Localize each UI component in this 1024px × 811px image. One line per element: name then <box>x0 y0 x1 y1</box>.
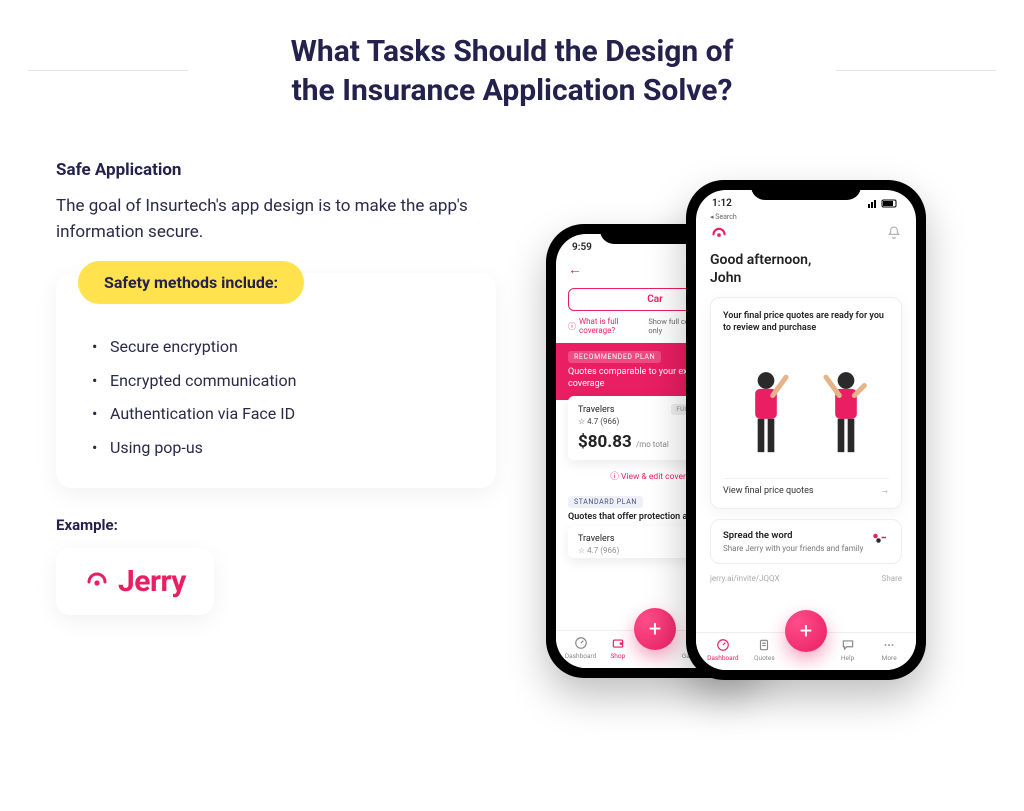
mockups: 9:59 ← Car ⓘ What is full coverage? Show… <box>536 160 968 720</box>
wallet-icon <box>611 636 625 650</box>
nav-label: Shop <box>610 652 625 660</box>
nav-shop[interactable]: Shop <box>599 636 636 660</box>
full-coverage-link[interactable]: ⓘ What is full coverage? <box>568 317 648 335</box>
rating-count: (966) <box>600 546 619 555</box>
phone-mockup-front: 1:12 ◂ Search Good afternoon, J <box>686 180 926 680</box>
price-amount: $80.83 <box>578 432 632 452</box>
spread-word-card[interactable]: Spread the word Share Jerry with your fr… <box>710 519 902 564</box>
back-arrow-icon[interactable]: ← <box>568 262 582 278</box>
carrier-name: Travelers <box>578 405 614 415</box>
list-item: Encrypted communication <box>110 364 496 398</box>
methods-pill-label: Safety methods include: <box>78 261 304 304</box>
final-quotes-card[interactable]: Your final price quotes are ready for yo… <box>710 297 902 509</box>
methods-card: Safety methods include: Secure encryptio… <box>56 273 496 488</box>
greeting-line2: John <box>710 270 741 286</box>
fab-add-button[interactable]: + <box>634 608 676 650</box>
status-time: 9:59 <box>572 242 592 253</box>
rating-value: 4.7 <box>587 417 598 426</box>
price-period: /mo total <box>636 440 669 449</box>
info-icon: ⓘ <box>610 472 619 482</box>
greeting: Good afternoon, John <box>696 250 916 297</box>
invite-line: jerry.ai/invite/JQQX Share <box>710 574 902 583</box>
phone-front-screen: 1:12 ◂ Search Good afternoon, J <box>696 190 916 670</box>
nav-more[interactable]: More <box>868 638 910 662</box>
search-crumb[interactable]: ◂ Search <box>696 213 916 221</box>
note-link-text: What is full coverage? <box>579 317 648 335</box>
divider-right <box>836 70 996 71</box>
bell-icon[interactable] <box>886 225 902 244</box>
star-icon: ☆ <box>578 417 585 426</box>
carrier-name: Travelers <box>578 534 614 544</box>
more-icon <box>882 638 896 652</box>
nav-dashboard[interactable]: Dashboard <box>562 636 599 660</box>
invite-url: jerry.ai/invite/JQQX <box>710 574 780 583</box>
rating-value: 4.7 <box>587 546 598 555</box>
brand-mark-icon <box>710 225 728 244</box>
example-label: Example: <box>56 516 496 534</box>
nav-label: Dashboard <box>707 654 738 662</box>
nav-help[interactable]: Help <box>827 638 869 662</box>
title-line-1: What Tasks Should the Design of <box>291 34 734 69</box>
chat-icon <box>841 638 855 652</box>
search-crumb-label: Search <box>715 213 737 221</box>
title-block: What Tasks Should the Design of the Insu… <box>0 0 1024 110</box>
card-link-text: View final price quotes <box>723 486 814 496</box>
greeting-line1: Good afternoon, <box>710 252 811 268</box>
status-time: 1:12 <box>712 198 732 209</box>
title-line-2: the Insurance Application Solve? <box>292 73 733 108</box>
fab-add-button[interactable]: + <box>785 610 827 652</box>
brand-logo-card: Jerry <box>56 548 214 615</box>
methods-list: Secure encryption Encrypted communicatio… <box>56 330 496 464</box>
divider-left <box>28 70 188 71</box>
list-item: Secure encryption <box>110 330 496 364</box>
section-description: The goal of Insurtech's app design is to… <box>56 194 496 245</box>
arrow-right-icon: → <box>880 485 889 496</box>
document-icon <box>757 638 771 652</box>
spread-title: Spread the word <box>723 530 863 541</box>
share-label[interactable]: Share <box>882 574 902 583</box>
gauge-icon <box>716 638 730 652</box>
rating-count: (966) <box>600 417 619 426</box>
standard-tag: STANDARD PLAN <box>568 496 643 508</box>
nav-dashboard[interactable]: Dashboard <box>702 638 744 662</box>
nav-label: Dashboard <box>565 652 596 660</box>
high-five-illustration <box>723 348 889 468</box>
left-column: Safe Application The goal of Insurtech's… <box>56 160 496 720</box>
page-title: What Tasks Should the Design of the Insu… <box>291 32 734 110</box>
star-icon: ☆ <box>578 546 585 555</box>
front-header <box>696 221 916 250</box>
spread-sub: Share Jerry with your friends and family <box>723 544 863 553</box>
phone-notch <box>751 180 861 200</box>
status-icons <box>868 198 900 209</box>
section-heading: Safe Application <box>56 160 496 180</box>
nav-label: Quotes <box>754 654 775 662</box>
recommended-tag: RECOMMENDED PLAN <box>568 351 661 363</box>
brand-name: Jerry <box>118 564 186 599</box>
view-quotes-link[interactable]: View final price quotes → <box>723 478 889 496</box>
list-item: Using pop-us <box>110 431 496 465</box>
nav-quotes[interactable]: Quotes <box>744 638 786 662</box>
nav-label: Help <box>841 654 854 662</box>
info-icon: ⓘ <box>568 321 576 332</box>
card-lead-text: Your final price quotes are ready for yo… <box>723 310 889 334</box>
nav-label: More <box>882 654 897 662</box>
list-item: Authentication via Face ID <box>110 397 496 431</box>
share-icon <box>871 530 889 552</box>
brand-mark-icon <box>84 567 110 597</box>
gauge-icon <box>574 636 588 650</box>
